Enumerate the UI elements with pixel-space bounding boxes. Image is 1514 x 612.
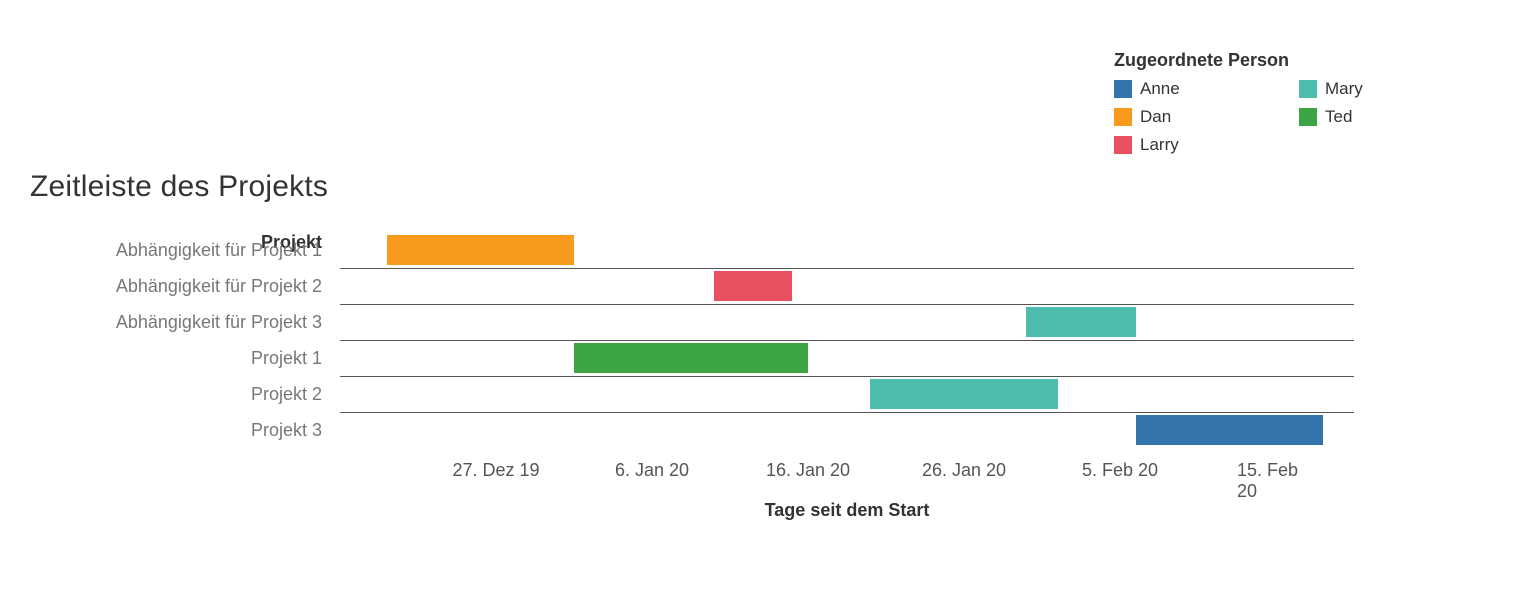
legend-item[interactable]: Larry <box>1114 135 1269 155</box>
row-plot <box>340 268 1354 304</box>
legend-swatch-icon <box>1299 108 1317 126</box>
legend-swatch-icon <box>1114 80 1132 98</box>
legend-label: Ted <box>1325 107 1352 127</box>
x-axis-label: Tage seit dem Start <box>340 500 1354 521</box>
x-tick: 6. Jan 20 <box>615 460 689 481</box>
x-tick: 16. Jan 20 <box>766 460 850 481</box>
row-plot <box>340 412 1354 448</box>
row-label: Projekt 1 <box>30 340 330 376</box>
chart-row: Projekt 1 <box>30 340 1474 376</box>
legend-label: Dan <box>1140 107 1171 127</box>
x-tick: 5. Feb 20 <box>1082 460 1158 481</box>
gantt-bar[interactable] <box>1136 415 1323 445</box>
row-label: Projekt 2 <box>30 376 330 412</box>
gantt-chart: Projekt Abhängigkeit für Projekt 1Abhäng… <box>30 232 1474 534</box>
row-plot <box>340 376 1354 412</box>
legend-swatch-icon <box>1114 108 1132 126</box>
chart-row: Abhängigkeit für Projekt 1 <box>30 232 1474 268</box>
legend-item[interactable]: Anne <box>1114 79 1269 99</box>
legend-label: Mary <box>1325 79 1363 99</box>
chart-row: Abhängigkeit für Projekt 2 <box>30 268 1474 304</box>
row-label: Abhängigkeit für Projekt 1 <box>30 232 330 268</box>
row-label: Abhängigkeit für Projekt 2 <box>30 268 330 304</box>
chart-row: Projekt 3 <box>30 412 1474 448</box>
gantt-bar[interactable] <box>574 343 808 373</box>
legend-swatch-icon <box>1114 136 1132 154</box>
legend-item[interactable]: Dan <box>1114 107 1269 127</box>
legend-swatch-icon <box>1299 80 1317 98</box>
row-label: Abhängigkeit für Projekt 3 <box>30 304 330 340</box>
row-plot <box>340 232 1354 268</box>
legend: Zugeordnete Person Anne Mary Dan Ted Larry <box>1114 50 1454 155</box>
gantt-bar[interactable] <box>1026 307 1135 337</box>
gantt-bar[interactable] <box>714 271 792 301</box>
x-axis: Tage seit dem Start 27. Dez 19 6. Jan 20 1… <box>340 454 1354 534</box>
x-tick: 26. Jan 20 <box>922 460 1006 481</box>
legend-title: Zugeordnete Person <box>1114 50 1454 71</box>
gantt-bar[interactable] <box>387 235 574 265</box>
legend-label: Larry <box>1140 135 1179 155</box>
row-label: Projekt 3 <box>30 412 330 448</box>
x-tick: 27. Dez 19 <box>452 460 539 481</box>
legend-item[interactable]: Ted <box>1299 107 1454 127</box>
gantt-bar[interactable] <box>870 379 1057 409</box>
chart-row: Projekt 2 <box>30 376 1474 412</box>
chart-row: Abhängigkeit für Projekt 3 <box>30 304 1474 340</box>
row-plot <box>340 340 1354 376</box>
legend-item[interactable]: Mary <box>1299 79 1454 99</box>
x-tick: 15. Feb 20 <box>1237 460 1315 502</box>
row-plot <box>340 304 1354 340</box>
legend-label: Anne <box>1140 79 1180 99</box>
chart-title: Zeitleiste des Projekts <box>30 170 1474 204</box>
